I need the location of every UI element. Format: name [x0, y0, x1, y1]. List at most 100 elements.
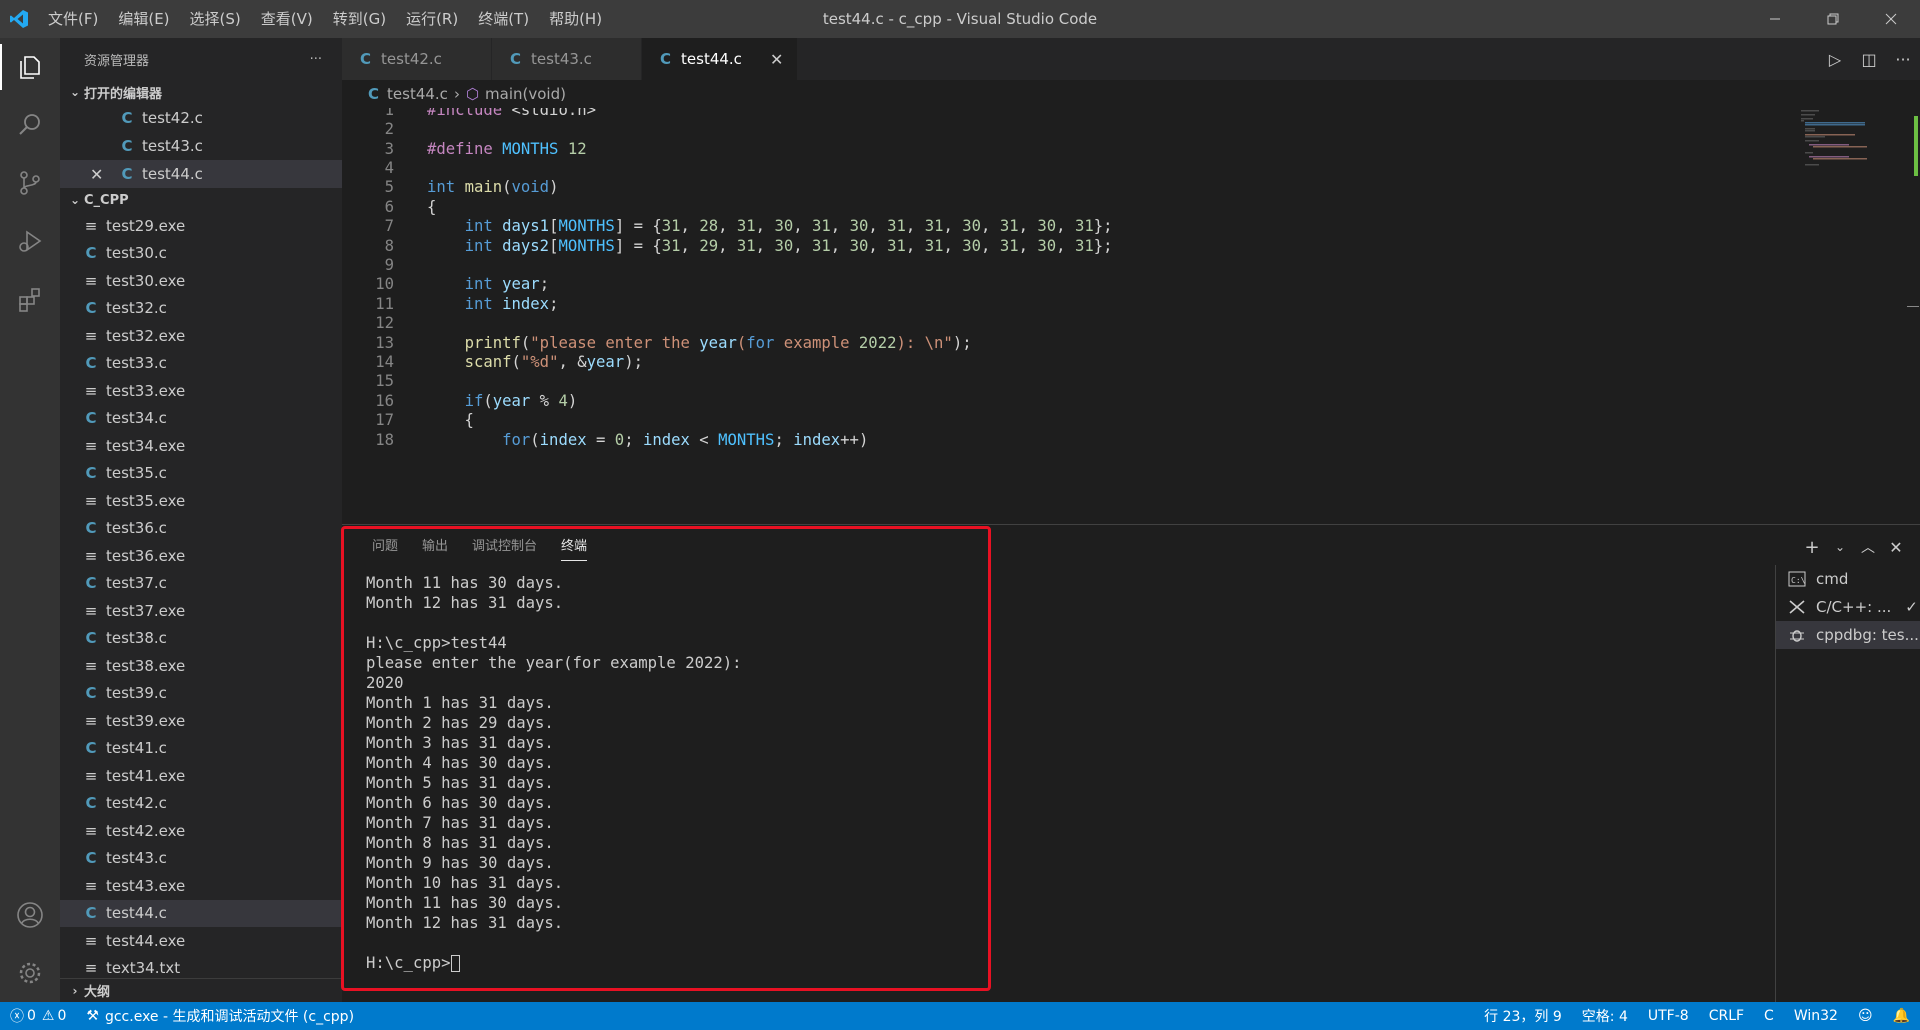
breadcrumb-file[interactable]: test44.c: [387, 85, 448, 103]
terminal-line: Month 6 has 30 days.: [366, 793, 996, 813]
new-terminal-icon[interactable]: +: [1798, 537, 1826, 558]
menu-go[interactable]: 转到(G): [323, 0, 396, 38]
file-item[interactable]: ≡ test34.exe: [60, 432, 342, 460]
menu-view[interactable]: 查看(V): [251, 0, 323, 38]
explorer-button[interactable]: [0, 38, 60, 96]
menu-terminal[interactable]: 终端(T): [468, 0, 539, 38]
terminal-entry-debug[interactable]: cppdbg: tes...: [1776, 621, 1920, 649]
file-item[interactable]: ≡ test43.exe: [60, 872, 342, 900]
split-editor-icon[interactable]: ◫: [1852, 50, 1886, 69]
chevron-down-icon: ⌄: [69, 85, 81, 99]
file-item[interactable]: ≡ test38.exe: [60, 652, 342, 680]
file-item[interactable]: ≡ test42.exe: [60, 817, 342, 845]
restore-icon: [1827, 13, 1839, 25]
restore-button[interactable]: [1804, 0, 1862, 38]
close-window-button[interactable]: [1862, 0, 1920, 38]
file-item[interactable]: Ctest43.c: [60, 845, 342, 873]
editor-scrollbar[interactable]: [1906, 116, 1920, 516]
open-editor-item[interactable]: C test43.c: [60, 132, 342, 160]
line-ending[interactable]: CRLF: [1699, 1002, 1754, 1030]
more-icon[interactable]: ···: [1886, 50, 1920, 69]
file-item[interactable]: Ctest44.c: [60, 899, 342, 927]
terminal-output[interactable]: Month 11 has 30 days. Month 12 has 31 day…: [366, 573, 996, 973]
problems-status[interactable]: ⓧ 0 ⚠ 0: [0, 1002, 76, 1030]
terminal-entry-task[interactable]: C/C++: ... ✓: [1776, 593, 1920, 621]
menu-selection[interactable]: 选择(S): [180, 0, 251, 38]
folder-header[interactable]: ⌄ C_CPP: [60, 188, 342, 212]
outline-header[interactable]: › 大纲: [60, 978, 342, 1002]
file-item[interactable]: Ctest39.c: [60, 680, 342, 708]
tab-output[interactable]: 输出: [410, 525, 460, 569]
run-debug-button[interactable]: [0, 212, 60, 270]
file-item[interactable]: ≡ test41.exe: [60, 762, 342, 790]
close-icon[interactable]: ✕: [90, 165, 116, 184]
tab-terminal[interactable]: 终端: [549, 525, 599, 569]
file-item[interactable]: Ctest41.c: [60, 735, 342, 763]
line-number: 5: [384, 178, 394, 197]
tab-debug-console[interactable]: 调试控制台: [460, 525, 549, 569]
close-tab-icon[interactable]: ✕: [770, 50, 783, 69]
minimap[interactable]: [1796, 108, 1906, 178]
menu-help[interactable]: 帮助(H): [539, 0, 612, 38]
platform[interactable]: Win32: [1784, 1002, 1848, 1030]
task-status[interactable]: ⚒ gcc.exe - 生成和调试活动文件 (c_cpp): [76, 1002, 364, 1030]
open-editors-header[interactable]: ⌄ 打开的编辑器: [60, 80, 342, 104]
file-label: test32.exe: [106, 326, 186, 345]
file-item[interactable]: Ctest30.c: [60, 240, 342, 268]
file-item[interactable]: ≡ test35.exe: [60, 487, 342, 515]
indentation[interactable]: 空格: 4: [1572, 1002, 1638, 1030]
maximize-panel-icon[interactable]: ︿: [1854, 537, 1882, 557]
run-debug-icon: [19, 230, 42, 252]
file-item[interactable]: Ctest36.c: [60, 515, 342, 543]
close-panel-icon[interactable]: ✕: [1882, 538, 1910, 557]
file-item[interactable]: Ctest32.c: [60, 295, 342, 323]
file-item[interactable]: ≡ test36.exe: [60, 542, 342, 570]
file-item[interactable]: Ctest42.c: [60, 790, 342, 818]
open-editor-item-active[interactable]: ✕ C test44.c: [60, 160, 342, 188]
menu-file[interactable]: 文件(F): [38, 0, 108, 38]
menu-run[interactable]: 运行(R): [396, 0, 468, 38]
terminal-line: Month 2 has 29 days.: [366, 713, 996, 733]
language-mode[interactable]: C: [1754, 1002, 1784, 1030]
file-item[interactable]: Ctest35.c: [60, 460, 342, 488]
file-item[interactable]: ≡ test29.exe: [60, 212, 342, 240]
terminal-entry-cmd[interactable]: C:\ cmd: [1776, 565, 1920, 593]
file-item[interactable]: Ctest38.c: [60, 625, 342, 653]
notifications-icon[interactable]: 🔔: [1883, 1002, 1920, 1030]
file-item[interactable]: Ctest37.c: [60, 570, 342, 598]
breadcrumb-symbol[interactable]: main(void): [485, 85, 566, 103]
code-editor[interactable]: 1 #include <stdio.h> 2 3 #define MONTHS 12 4 5…: [342, 108, 1920, 524]
tab-test42[interactable]: C test42.c: [342, 38, 492, 80]
file-item[interactable]: ≡ test44.exe: [60, 927, 342, 955]
cursor-position[interactable]: 行 23，列 9: [1474, 1002, 1572, 1030]
terminal-line: 2020: [366, 673, 996, 693]
extensions-icon: [19, 288, 40, 312]
chevron-down-icon[interactable]: ⌄: [1826, 540, 1854, 554]
feedback-icon[interactable]: ☺: [1848, 1002, 1883, 1030]
encoding[interactable]: UTF-8: [1638, 1002, 1699, 1030]
file-item[interactable]: ≡ test37.exe: [60, 597, 342, 625]
line-number: 16: [375, 391, 394, 410]
run-icon[interactable]: ▷: [1818, 50, 1852, 69]
file-item[interactable]: ≡ test33.exe: [60, 377, 342, 405]
terminal-icon: C:\: [1788, 571, 1812, 587]
search-button[interactable]: [0, 96, 60, 154]
open-editor-item[interactable]: C test42.c: [60, 104, 342, 132]
file-item[interactable]: ≡ test32.exe: [60, 322, 342, 350]
tab-test44[interactable]: C test44.c ✕: [642, 38, 799, 80]
extensions-button[interactable]: [0, 270, 60, 328]
more-actions-button[interactable]: ···: [310, 52, 322, 67]
source-control-button[interactable]: [0, 154, 60, 212]
tab-problems[interactable]: 问题: [360, 525, 410, 569]
file-item[interactable]: ≡ test30.exe: [60, 267, 342, 295]
accounts-button[interactable]: [0, 886, 60, 944]
file-item[interactable]: Ctest34.c: [60, 405, 342, 433]
file-item[interactable]: ≡ test39.exe: [60, 707, 342, 735]
file-item[interactable]: Ctest33.c: [60, 350, 342, 378]
tab-test43[interactable]: C test43.c: [492, 38, 642, 80]
manage-button[interactable]: [0, 944, 60, 1002]
menu-bar: 文件(F) 编辑(E) 选择(S) 查看(V) 转到(G) 运行(R) 终端(T…: [38, 0, 612, 38]
menu-edit[interactable]: 编辑(E): [108, 0, 179, 38]
minimize-button[interactable]: [1746, 0, 1804, 38]
